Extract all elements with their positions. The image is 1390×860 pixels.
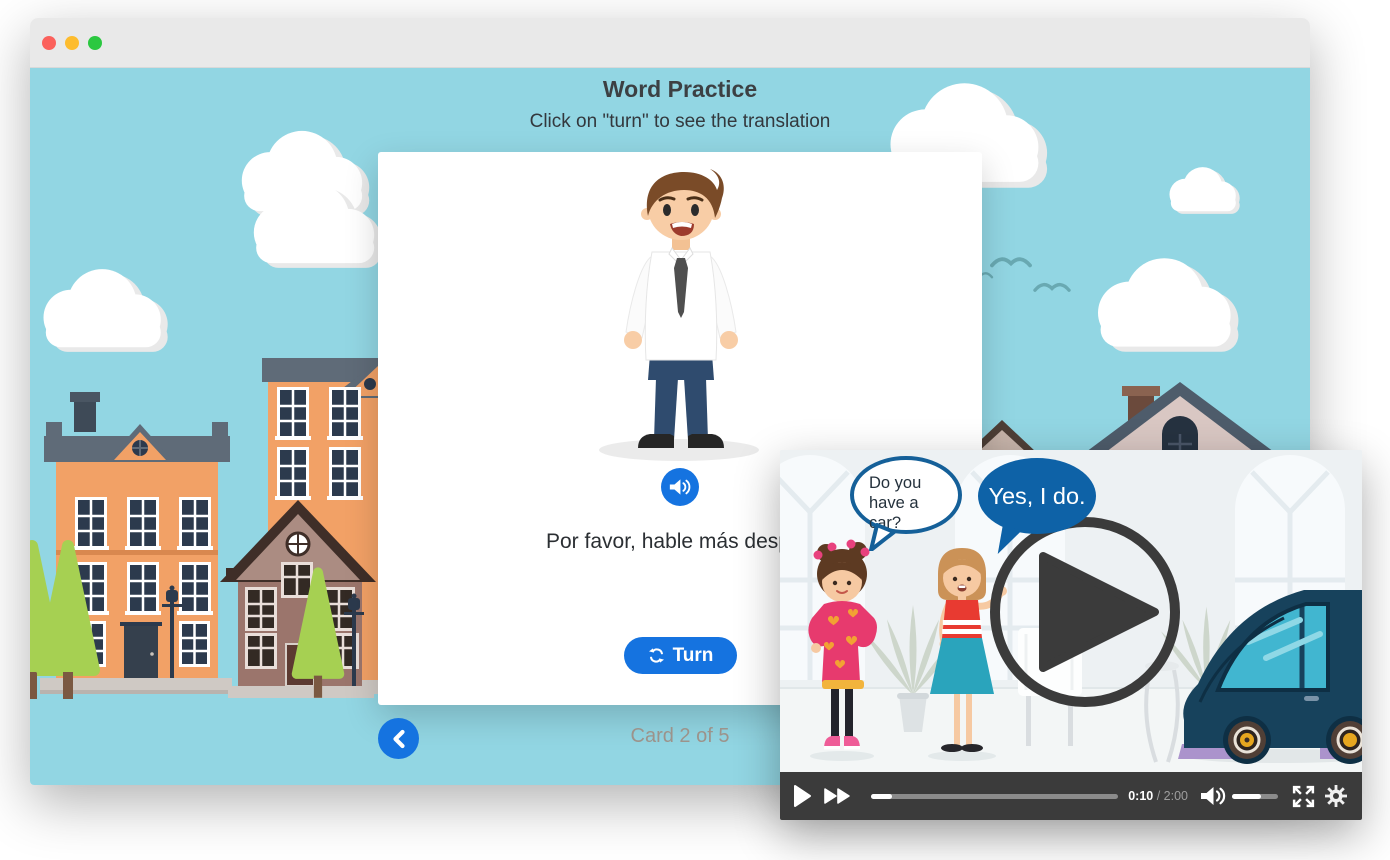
- progress-bar[interactable]: [871, 794, 1118, 799]
- video-player: Do you have a car? Yes, I do.: [780, 450, 1362, 820]
- refresh-icon: [648, 647, 665, 664]
- gear-icon: [1324, 784, 1348, 808]
- birds: [968, 259, 1069, 290]
- window-titlebar: [30, 18, 1310, 68]
- speech-bubble-tail: [868, 523, 898, 551]
- volume-slider-fill: [1232, 794, 1261, 799]
- volume-button[interactable]: [1200, 786, 1226, 806]
- house-gabled-right: [1086, 382, 1274, 452]
- speech-bubble-question: Do you have a car?: [850, 456, 962, 534]
- video-controls-bar: 0:10 / 2:00: [780, 772, 1362, 820]
- zoom-window-button[interactable]: [88, 36, 102, 50]
- settings-button[interactable]: [1324, 784, 1348, 808]
- turn-button-label: Turn: [673, 645, 714, 667]
- desktop-background: Word Practice Click on "turn" to see the…: [0, 0, 1390, 860]
- volume-icon: [1200, 786, 1226, 806]
- speech-bubble-answer: Yes, I do.: [978, 458, 1096, 534]
- man-illustration: [596, 164, 766, 464]
- play-icon: [793, 784, 812, 808]
- time-current: 0:10: [1128, 789, 1153, 803]
- fullscreen-button[interactable]: [1291, 784, 1316, 809]
- time-total: 2:00: [1164, 789, 1188, 803]
- time-separator: /: [1153, 789, 1163, 803]
- page-title: Word Practice: [30, 76, 1310, 103]
- volume-slider[interactable]: [1232, 794, 1278, 799]
- audio-button[interactable]: [661, 468, 699, 506]
- fast-forward-button[interactable]: [824, 787, 851, 805]
- speech-bubble-answer-text: Yes, I do.: [988, 483, 1085, 510]
- time-display: 0:10 / 2:00: [1128, 789, 1188, 803]
- flashcard-phrase: Por favor, hable más despa: [546, 530, 802, 554]
- speaker-icon: [669, 478, 691, 496]
- progress-bar-fill: [871, 794, 892, 799]
- close-window-button[interactable]: [42, 36, 56, 50]
- fullscreen-icon: [1291, 784, 1316, 809]
- turn-button[interactable]: Turn: [624, 637, 737, 674]
- minimize-window-button[interactable]: [65, 36, 79, 50]
- play-button[interactable]: [793, 784, 812, 808]
- page-subtitle: Click on "turn" to see the translation: [30, 111, 1310, 133]
- fast-forward-icon: [824, 787, 851, 805]
